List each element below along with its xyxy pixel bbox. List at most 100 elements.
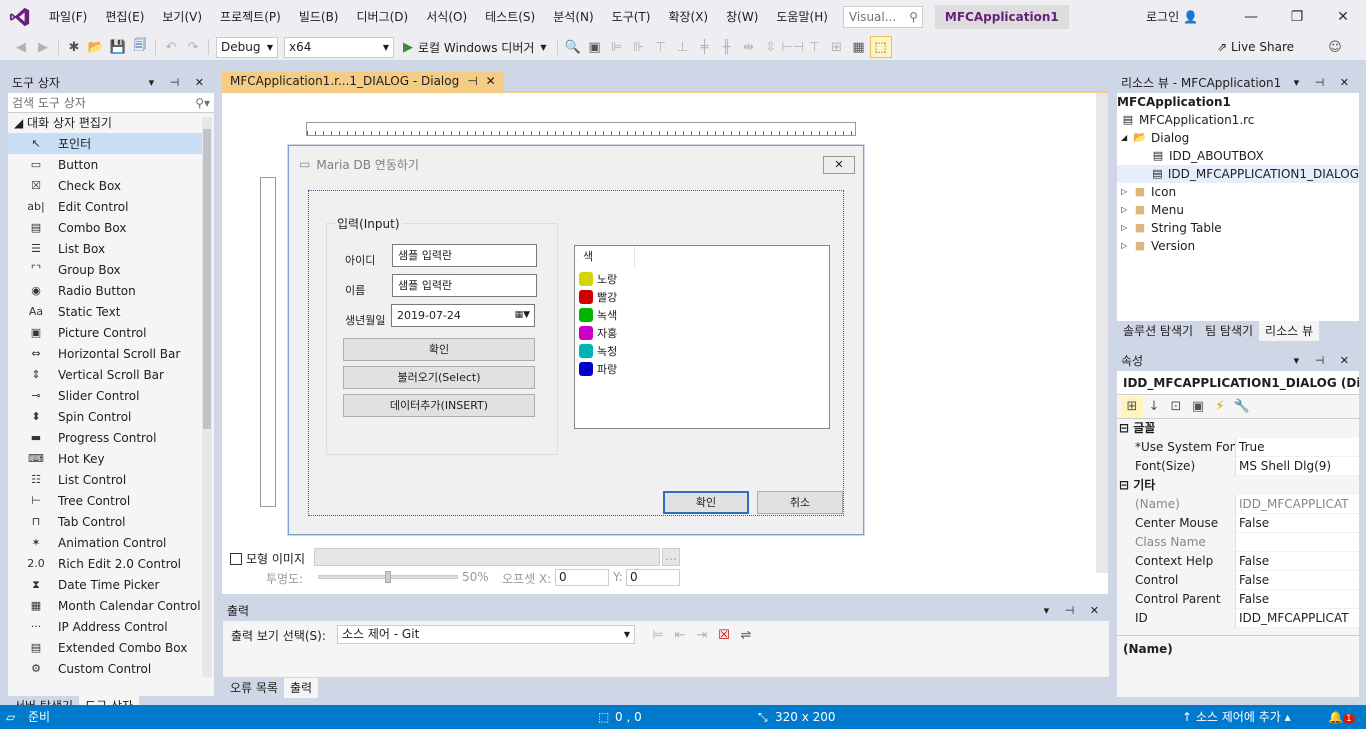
save-all-icon[interactable]: 🗐 (129, 36, 151, 58)
color-list-item[interactable]: 노랑 (579, 270, 617, 288)
same-height-icon[interactable]: ⊤ (804, 36, 826, 58)
color-list-control[interactable]: 색 노랑 빨강 녹색 자홍 녹청 파랑 (574, 245, 830, 429)
close-tab-icon[interactable]: ✕ (486, 72, 496, 91)
tree-rc-file[interactable]: ▤ MFCApplication1.rc (1117, 111, 1359, 129)
design-canvas[interactable]: ▭ Maria DB 연동하기 ✕ 입력(Input) 아이디 샘플 입력란 이… (252, 115, 1092, 565)
tree-about-dialog[interactable]: ▤ IDD_ABOUTBOX (1117, 147, 1359, 165)
login-button[interactable]: 로그인 👤 (1146, 0, 1198, 34)
notifications-icon[interactable]: 🔔 1 (1328, 705, 1355, 729)
back-icon[interactable]: ◀ (10, 36, 32, 58)
panel-controls[interactable]: ▾ ⊣ ✕ (1044, 601, 1105, 621)
insert-button[interactable]: 데이터추가(INSERT) (343, 394, 535, 417)
offset-x-spinner[interactable]: 0 (555, 569, 609, 586)
close-window-button[interactable]: ✕ (1320, 0, 1366, 34)
align-left-icon[interactable]: ⊫ (606, 36, 628, 58)
property-row[interactable]: (Name) IDD_MFCAPPLICAT (1117, 495, 1359, 514)
color-list-item[interactable]: 자홍 (579, 324, 617, 342)
tree-string-folder[interactable]: ▷ ■ String Table (1117, 219, 1359, 237)
property-row[interactable]: Class Name (1117, 533, 1359, 552)
property-value[interactable]: IDD_MFCAPPLICAT (1235, 609, 1359, 627)
open-file-icon[interactable]: 📂 (85, 36, 107, 58)
minimize-button[interactable]: — (1228, 0, 1274, 34)
toolbox-item[interactable]: 2.0 Rich Edit 2.0 Control (8, 553, 214, 574)
property-row[interactable]: Control Parent False (1117, 590, 1359, 609)
feedback-icon[interactable]: ☺ (1324, 36, 1346, 58)
editor-vertical-scrollbar[interactable] (1096, 93, 1108, 573)
overrides-icon[interactable]: 🔧 (1231, 396, 1253, 418)
save-icon[interactable]: 💾 (107, 36, 129, 58)
toolbox-item[interactable]: ⇕ Vertical Scroll Bar (8, 364, 214, 385)
tree-main-dialog[interactable]: ▤ IDD_MFCAPPLICATION1_DIALOG (1117, 165, 1359, 183)
property-value[interactable] (1235, 533, 1359, 551)
confirm-inner-button[interactable]: 확인 (343, 338, 535, 361)
output-source-select[interactable]: 소스 제어 - Git ▼ (337, 625, 635, 644)
same-width-icon[interactable]: ⊢⊣ (781, 36, 804, 58)
maximize-button[interactable]: ❐ (1274, 0, 1320, 34)
toolbox-item[interactable]: ⬍ Spin Control (8, 406, 214, 427)
center-vertical-icon[interactable]: ╪ (694, 36, 716, 58)
color-list-item[interactable]: 녹색 (579, 306, 617, 324)
toolbox-item[interactable]: ··· IP Address Control (8, 616, 214, 637)
toolbox-item[interactable]: ⇔ Horizontal Scroll Bar (8, 343, 214, 364)
tree-dialog-folder[interactable]: ◢ 📂 Dialog (1117, 129, 1359, 147)
redo-icon[interactable]: ↷ (182, 36, 204, 58)
menu-item[interactable]: 파일(F) (40, 0, 96, 34)
toolbox-item[interactable]: ▬ Progress Control (8, 427, 214, 448)
tree-menu-folder[interactable]: ▷ ■ Menu (1117, 201, 1359, 219)
input-group-box[interactable]: 입력(Input) 아이디 샘플 입력란 이름 샘플 입력란 생년월일 2019… (326, 215, 558, 455)
property-row[interactable]: Font(Size) MS Shell Dlg(9) (1117, 457, 1359, 476)
category-font[interactable]: ⊟ 글꼴 (1117, 419, 1359, 438)
center-horizontal-icon[interactable]: ╫ (716, 36, 738, 58)
panel-controls[interactable]: ▾ ⊣ ✕ (149, 73, 210, 93)
toolbox-item[interactable]: ☷ List Control (8, 469, 214, 490)
menu-item[interactable]: 테스트(S) (476, 0, 544, 34)
toolbox-scrollbar[interactable] (202, 117, 212, 677)
tab-error-list[interactable]: 오류 목록 (224, 678, 284, 698)
menu-item[interactable]: 디버그(D) (348, 0, 418, 34)
menu-item[interactable]: 서식(O) (417, 0, 476, 34)
panel-controls[interactable]: ▾ ⊣ ✕ (1294, 351, 1355, 371)
properties-object-select[interactable]: IDD_MFCAPPLICATION1_DIALOG (Dialo (1117, 371, 1359, 395)
color-list-item[interactable]: 녹청 (579, 342, 617, 360)
toolbox-item[interactable]: ◉ Radio Button (8, 280, 214, 301)
toolbox-item[interactable]: ⌜⌝ Group Box (8, 259, 214, 280)
toolbox-item[interactable]: ↖ 포인터 (8, 133, 202, 154)
properties-icon[interactable]: ⊡ (1165, 396, 1187, 418)
menu-item[interactable]: 프로젝트(P) (211, 0, 290, 34)
vertical-ruler[interactable] (260, 177, 276, 507)
toolbox-item[interactable]: ⊢ Tree Control (8, 490, 214, 511)
birth-date-picker[interactable]: 2019-07-24 ▦▼ (391, 304, 535, 327)
pin-icon[interactable]: ⊣ (467, 72, 477, 91)
undo-icon[interactable]: ↶ (160, 36, 182, 58)
word-wrap-icon[interactable]: ⇌ (735, 624, 757, 646)
dialog-preview[interactable]: ▭ Maria DB 연동하기 ✕ 입력(Input) 아이디 샘플 입력란 이… (288, 145, 864, 535)
align-bottom-icon[interactable]: ⊥ (672, 36, 694, 58)
mockup-image-checkbox[interactable] (230, 552, 242, 565)
property-value[interactable]: False (1235, 514, 1359, 532)
find-icon[interactable]: 🔍 (562, 36, 584, 58)
toolbox-search-input[interactable]: 검색 도구 상자 ⚲▾ (8, 93, 214, 113)
platform-select[interactable]: x64 ▼ (284, 36, 394, 58)
menu-item[interactable]: 편집(E) (96, 0, 153, 34)
categorized-icon[interactable]: ⊞ (1121, 395, 1143, 418)
property-value[interactable]: True (1235, 438, 1359, 456)
toolbox-item[interactable]: ▭ Button (8, 154, 214, 175)
toolbox-item[interactable]: ⊸ Slider Control (8, 385, 214, 406)
mockup-image-path[interactable] (314, 548, 660, 566)
tab-output[interactable]: 출력 (283, 678, 319, 698)
menu-item[interactable]: 창(W) (717, 0, 767, 34)
align-top-icon[interactable]: ⊤ (650, 36, 672, 58)
menu-item[interactable]: 도움말(H) (767, 0, 837, 34)
messages-icon[interactable]: ⚡ (1209, 396, 1231, 418)
menu-item[interactable]: 빌드(B) (290, 0, 348, 34)
toolbox-item[interactable]: ☒ Check Box (8, 175, 214, 196)
property-value[interactable]: IDD_MFCAPPLICAT (1235, 495, 1359, 513)
tab-resource-view[interactable]: 리소스 뷰 (1259, 321, 1320, 341)
test-dialog-icon[interactable]: ▣ (584, 36, 606, 58)
dialog-close-button[interactable]: ✕ (823, 156, 855, 174)
toolbox-item[interactable]: ▦ Month Calendar Control (8, 595, 214, 616)
toolbox-item[interactable]: ⚙ Custom Control (8, 658, 214, 679)
control-events-icon[interactable]: ▣ (1187, 396, 1209, 418)
toolbox-item[interactable]: ⊓ Tab Control (8, 511, 214, 532)
clear-all-icon[interactable]: ☒ (713, 624, 735, 646)
